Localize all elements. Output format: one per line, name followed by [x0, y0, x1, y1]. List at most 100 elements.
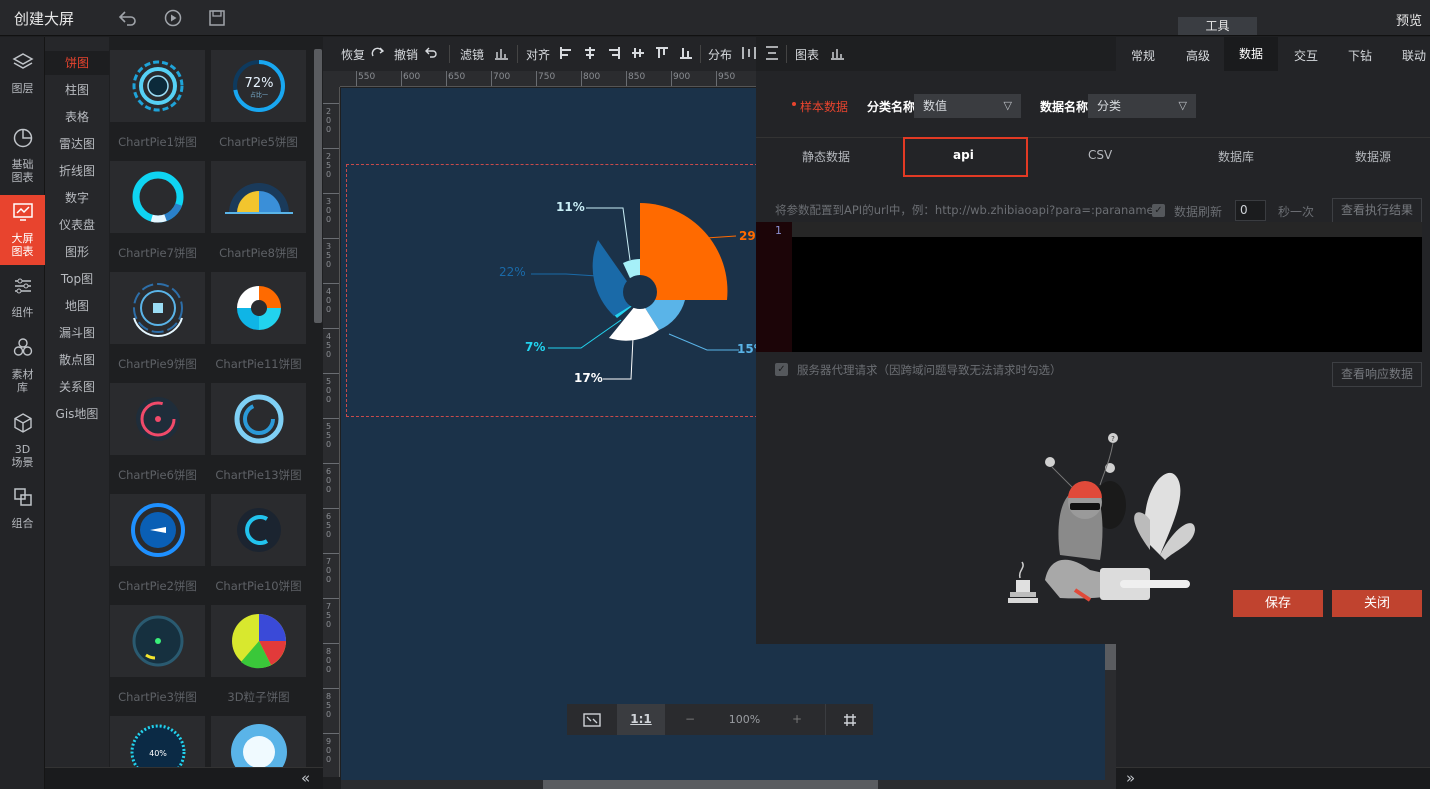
category-item[interactable]: 图形: [45, 243, 109, 260]
category-item[interactable]: Gis地图: [45, 405, 109, 422]
thumb-chartpie11[interactable]: ChartPie11饼图: [211, 272, 306, 378]
api-code-editor[interactable]: [756, 222, 1422, 352]
filter-button[interactable]: 滤镜: [460, 46, 484, 63]
zoom-1to1-button[interactable]: 1:1: [617, 704, 665, 735]
category-item[interactable]: 雷达图: [45, 135, 109, 152]
grid-icon[interactable]: [825, 704, 873, 735]
play-icon[interactable]: [163, 8, 183, 28]
view-result-button[interactable]: 查看执行结果: [1332, 198, 1422, 223]
thumb-glow-ring[interactable]: [211, 716, 306, 767]
rose-pie-chart[interactable]: [341, 88, 756, 418]
category-item[interactable]: 表格: [45, 108, 109, 125]
zoom-out-button[interactable]: −: [675, 704, 705, 735]
nav-layers[interactable]: 图层: [0, 51, 45, 101]
nav-basic-charts[interactable]: 基础图表: [0, 127, 45, 185]
left-panel-scrollbar[interactable]: [314, 49, 322, 323]
thumb-chartpie3[interactable]: ChartPie3饼图: [110, 605, 205, 711]
nav-bigscreen-charts[interactable]: 大屏图表: [0, 195, 45, 265]
category-item[interactable]: 柱图: [45, 81, 109, 98]
align-bottom-icon[interactable]: [679, 46, 693, 63]
align-vcenter-icon[interactable]: [631, 46, 645, 63]
zoom-in-button[interactable]: +: [782, 704, 812, 735]
nav-3d-scene[interactable]: 3D场景: [0, 412, 45, 469]
restore-button[interactable]: 恢复: [341, 46, 365, 63]
tab-general[interactable]: 常规: [1131, 47, 1155, 64]
canvas-vscroll-thumb[interactable]: [1105, 644, 1116, 670]
category-item[interactable]: 仪表盘: [45, 216, 109, 233]
ruler-line: [323, 283, 339, 284]
distribute-h-icon[interactable]: [742, 46, 756, 63]
tools-tab[interactable]: 工具: [1178, 17, 1257, 35]
back-icon[interactable]: [118, 8, 138, 28]
undo-icon[interactable]: [424, 46, 438, 63]
nav-label: 素材库: [11, 368, 34, 394]
category-item[interactable]: 地图: [45, 297, 109, 314]
tab-csv[interactable]: CSV: [1088, 148, 1112, 162]
filter-chart-icon[interactable]: [494, 46, 509, 63]
fit-screen-icon[interactable]: [567, 704, 616, 735]
ruler-line: [446, 71, 447, 86]
thumb-chartpie5[interactable]: 72% 占比一 ChartPie5饼图: [211, 50, 306, 156]
refresh-interval-input[interactable]: 0: [1235, 200, 1266, 221]
bigscreen-chart-icon: [0, 201, 45, 229]
collapse-right-icon[interactable]: »: [1126, 769, 1135, 787]
redo-icon[interactable]: [371, 46, 385, 63]
refresh-checkbox[interactable]: ✓: [1152, 204, 1165, 217]
tab-interaction[interactable]: 交互: [1294, 47, 1318, 64]
thumb-3d-particle-pie[interactable]: 3D粒子饼图: [211, 605, 306, 711]
nav-group[interactable]: 组合: [0, 486, 45, 532]
close-button[interactable]: 关闭: [1332, 590, 1422, 617]
nav-components[interactable]: 组件: [0, 275, 45, 321]
view-response-button[interactable]: 查看响应数据: [1332, 362, 1422, 387]
thumb-ring-40[interactable]: 40%: [110, 716, 205, 767]
align-button[interactable]: 对齐: [526, 46, 550, 63]
thumb-chartpie6[interactable]: ChartPie6饼图: [110, 383, 205, 489]
tab-advanced[interactable]: 高级: [1186, 47, 1210, 64]
thumb-chartpie9[interactable]: ChartPie9饼图: [110, 272, 205, 378]
undo-button[interactable]: 撤销: [394, 46, 418, 63]
ruler-line: [323, 598, 339, 599]
nav-assets[interactable]: 素材库: [0, 337, 45, 397]
thumb-chartpie8[interactable]: ChartPie8饼图: [211, 161, 306, 267]
ruler-tick: 400: [326, 287, 332, 314]
align-left-icon[interactable]: [559, 46, 573, 63]
data-name-select[interactable]: 分类 ▽: [1088, 94, 1196, 118]
chart-button[interactable]: 图表: [795, 46, 819, 63]
align-top-icon[interactable]: [655, 46, 669, 63]
chart-settings-icon[interactable]: [830, 46, 845, 63]
category-item[interactable]: 饼图: [45, 51, 109, 75]
thumb-chartpie7[interactable]: ChartPie7饼图: [110, 161, 205, 267]
tab-datasource[interactable]: 数据源: [1355, 148, 1391, 165]
thumb-chartpie2[interactable]: ChartPie2饼图: [110, 494, 205, 600]
category-name-select[interactable]: 数值 ▽: [914, 94, 1021, 118]
ruler-tick: 650: [448, 72, 466, 82]
thumb-label: 3D粒子饼图: [227, 690, 290, 704]
category-item[interactable]: 数字: [45, 189, 109, 206]
category-item[interactable]: 漏斗图: [45, 324, 109, 341]
thumb-sub: 占比一: [250, 91, 268, 99]
distribute-button[interactable]: 分布: [708, 46, 732, 63]
tab-database[interactable]: 数据库: [1218, 148, 1254, 165]
category-item[interactable]: 折线图: [45, 162, 109, 179]
category-item[interactable]: 关系图: [45, 378, 109, 395]
thumb-chartpie13[interactable]: ChartPie13饼图: [211, 383, 306, 489]
tab-linkage[interactable]: 联动: [1402, 47, 1426, 64]
sliders-icon: [0, 275, 45, 303]
pie-hole: [623, 275, 657, 309]
thumb-chartpie10[interactable]: ChartPie10饼图: [211, 494, 306, 600]
category-item[interactable]: 散点图: [45, 351, 109, 368]
proxy-checkbox[interactable]: ✓: [775, 363, 788, 376]
tab-static-data[interactable]: 静态数据: [802, 148, 850, 165]
canvas-hscroll-thumb[interactable]: [543, 780, 878, 789]
save-icon[interactable]: [207, 8, 227, 28]
distribute-v-icon[interactable]: [765, 46, 779, 63]
align-right-icon[interactable]: [607, 46, 621, 63]
save-button[interactable]: 保存: [1233, 590, 1323, 617]
collapse-left-icon[interactable]: «: [301, 769, 310, 787]
align-center-icon[interactable]: [583, 46, 597, 63]
category-item[interactable]: Top图: [45, 270, 109, 287]
tab-drilldown[interactable]: 下钻: [1348, 47, 1372, 64]
preview-link[interactable]: 预览: [1396, 10, 1422, 29]
tab-data[interactable]: 数据: [1224, 37, 1278, 71]
thumb-chartpie1[interactable]: ChartPie1饼图: [110, 50, 205, 156]
